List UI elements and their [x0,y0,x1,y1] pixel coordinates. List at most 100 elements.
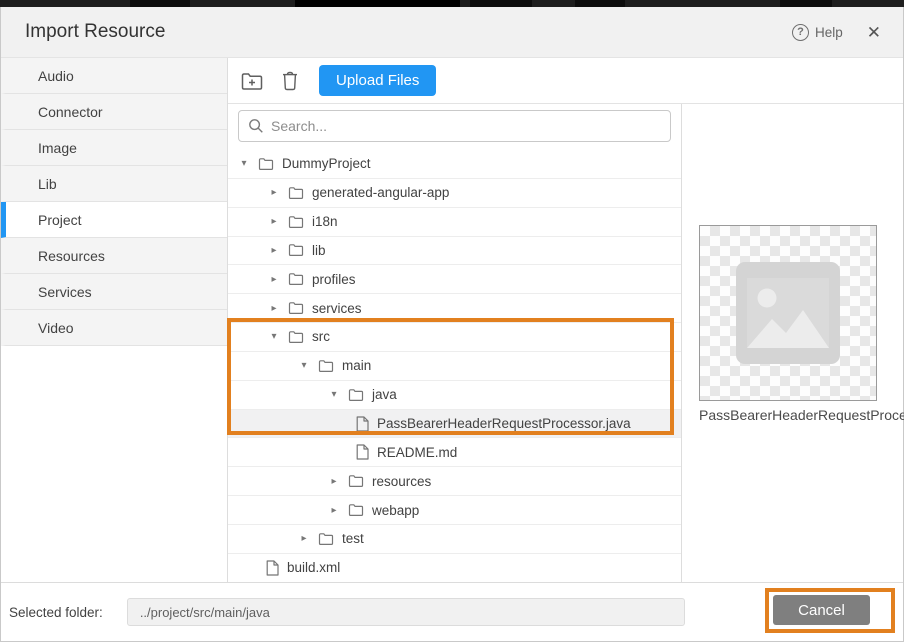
sidebar: Audio Connector Image Lib Project Resour… [1,58,228,582]
tree-node[interactable]: ▸ profiles [228,265,681,294]
folder-icon [288,330,304,344]
sidebar-item-connector[interactable]: Connector [1,94,227,130]
caret-icon[interactable]: ▸ [266,187,282,198]
sidebar-item-label: Video [38,320,74,336]
delete-button[interactable] [279,69,301,93]
file-tree: ▾ DummyProject ▸ generated-angular-app ▸… [228,150,681,582]
tree-node[interactable]: ▾ java [228,381,681,410]
folder-icon [318,359,334,373]
tree-node-label: generated-angular-app [312,185,449,200]
tree-node-label: DummyProject [282,156,371,171]
sidebar-item-label: Lib [38,176,57,192]
file-icon [356,416,369,432]
content-area: Upload Files [228,58,903,582]
sidebar-item-resources[interactable]: Resources [1,238,227,274]
selected-folder-input[interactable] [127,598,685,626]
sidebar-item-label: Services [38,284,92,300]
tree-node-label: services [312,301,362,316]
folder-icon [348,474,364,488]
folder-icon [288,243,304,257]
folder-icon [348,388,364,402]
tree-node[interactable]: ▸ test [228,525,681,554]
caret-icon[interactable]: ▸ [326,476,342,487]
tree-node[interactable]: ▾ main [228,352,681,381]
folder-icon [318,532,334,546]
new-folder-button[interactable] [238,69,266,93]
content-lower: ▾ DummyProject ▸ generated-angular-app ▸… [228,104,903,582]
caret-icon[interactable]: ▾ [326,389,342,400]
sidebar-item-lib[interactable]: Lib [1,166,227,202]
sidebar-item-label: Connector [38,104,103,120]
sidebar-item-label: Project [38,212,82,228]
sidebar-item-label: Audio [38,68,74,84]
new-folder-icon [240,71,264,91]
caret-icon[interactable]: ▸ [296,533,312,544]
sidebar-item-services[interactable]: Services [1,274,227,310]
tree-node-label: main [342,358,371,373]
tree-node[interactable]: ▾ DummyProject [228,150,681,179]
tree-node[interactable]: PassBearerHeaderRequestProcessor.java [228,410,681,439]
folder-icon [288,301,304,315]
caret-icon[interactable]: ▸ [326,505,342,516]
dialog-footer: Selected folder: [1,582,903,641]
tree-node-label: src [312,329,330,344]
sidebar-item-image[interactable]: Image [1,130,227,166]
import-resource-dialog-page: Import Resource ? Help ✕ Audio Connector… [0,0,904,642]
help-button[interactable]: ? Help [792,24,843,41]
sidebar-item-video[interactable]: Video [1,310,227,346]
tree-node-label: build.xml [287,560,340,575]
selected-folder-label: Selected folder: [9,605,103,620]
caret-icon[interactable]: ▸ [266,303,282,314]
search-icon [248,118,264,134]
tree-node[interactable]: ▾ src [228,323,681,352]
folder-icon [288,272,304,286]
dialog-header: Import Resource ? Help ✕ [1,7,903,58]
caret-icon[interactable]: ▸ [266,245,282,256]
file-icon [266,560,279,576]
tree-node[interactable]: ▸ i18n [228,208,681,237]
help-label: Help [815,25,843,40]
preview-caption: PassBearerHeaderRequestProcessor.java [699,407,904,423]
upload-files-button[interactable]: Upload Files [319,65,436,96]
cancel-button[interactable]: Cancel [773,595,870,625]
tree-node[interactable]: ▸ generated-angular-app [228,179,681,208]
caret-icon[interactable]: ▾ [266,331,282,342]
close-icon[interactable]: ✕ [865,22,883,43]
trash-icon [281,71,299,91]
folder-icon [348,503,364,517]
caret-icon[interactable]: ▾ [296,360,312,371]
preview-image-box [699,225,877,401]
dialog-title: Import Resource [25,21,165,43]
tree-column: ▾ DummyProject ▸ generated-angular-app ▸… [228,104,681,582]
tree-node-label: webapp [372,503,419,518]
tree-node[interactable]: ▸ resources [228,467,681,496]
background-app-strip [0,0,904,7]
folder-icon [288,215,304,229]
tree-node-label: test [342,531,364,546]
file-icon [356,444,369,460]
folder-icon [288,186,304,200]
help-icon: ? [792,24,809,41]
tree-node[interactable]: build.xml [228,554,681,582]
caret-icon[interactable]: ▸ [266,274,282,285]
tree-node[interactable]: ▸ services [228,294,681,323]
search-input[interactable] [238,110,671,142]
sidebar-item-label: Resources [38,248,105,264]
toolbar: Upload Files [228,58,903,104]
tree-node[interactable]: ▸ lib [228,237,681,266]
tree-node[interactable]: README.md [228,438,681,467]
caret-icon[interactable]: ▾ [236,158,252,169]
tree-node-label: profiles [312,272,356,287]
tree-node-label: lib [312,243,326,258]
tree-node-label: resources [372,474,431,489]
sidebar-item-label: Image [38,140,77,156]
import-resource-dialog: Import Resource ? Help ✕ Audio Connector… [0,7,904,642]
tree-node-label: PassBearerHeaderRequestProcessor.java [377,416,631,431]
caret-icon[interactable]: ▸ [266,216,282,227]
tree-node[interactable]: ▸ webapp [228,496,681,525]
dialog-body: Audio Connector Image Lib Project Resour… [1,58,903,582]
sidebar-item-audio[interactable]: Audio [1,58,227,94]
image-placeholder-icon [736,262,840,364]
sidebar-item-project[interactable]: Project [1,202,227,238]
folder-icon [258,157,274,171]
